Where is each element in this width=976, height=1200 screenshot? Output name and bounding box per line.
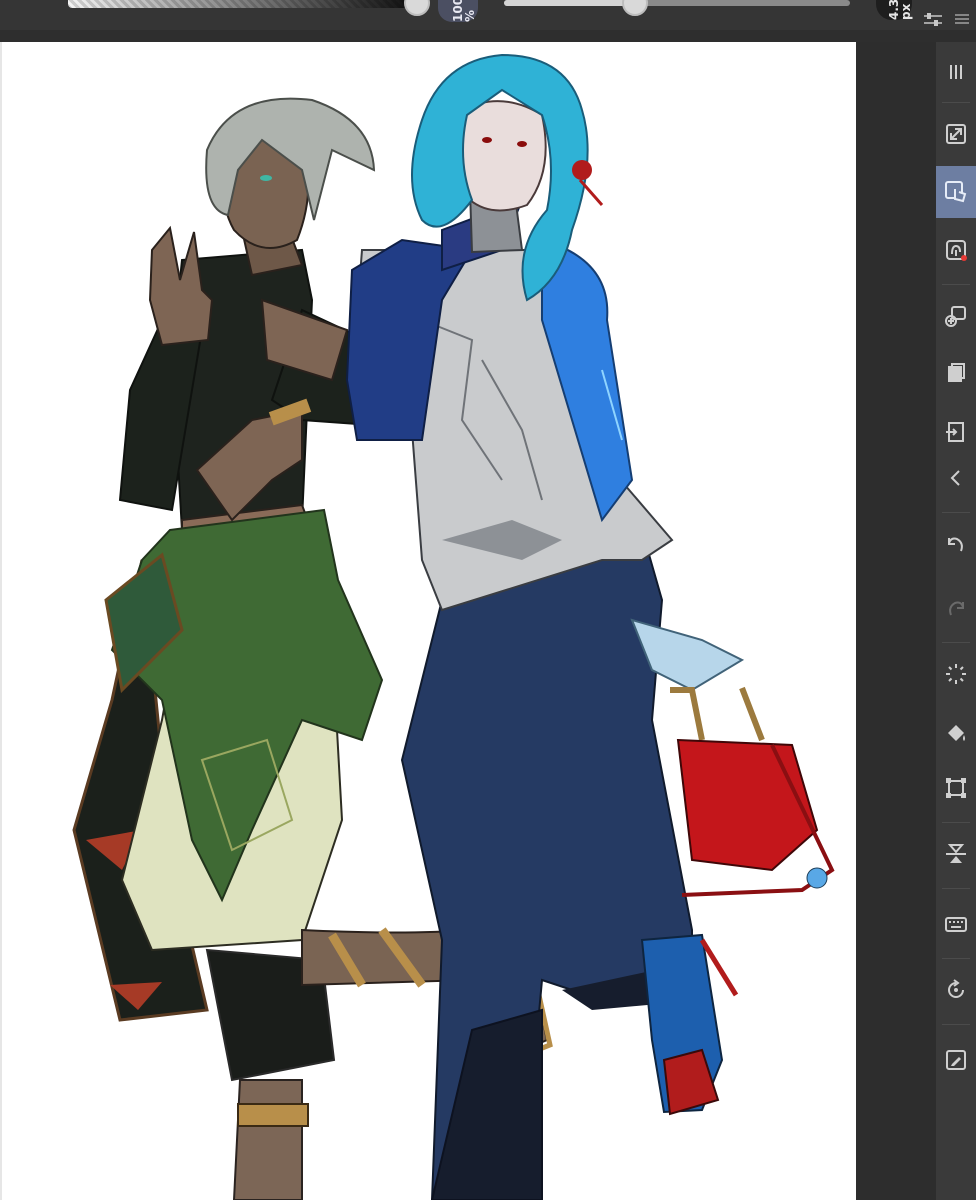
toolbar-divider [942, 284, 970, 285]
toolbar-divider [942, 102, 970, 103]
toolbar-divider [942, 512, 970, 513]
drawing-canvas[interactable] [0, 42, 856, 1200]
opacity-value: 100 % [451, 0, 477, 22]
toolbar-divider [942, 1024, 970, 1025]
loading-icon[interactable] [936, 648, 976, 700]
undo-icon[interactable] [936, 518, 976, 570]
topbar-shadow [0, 30, 976, 42]
layer-copy-icon[interactable] [936, 348, 976, 400]
import-icon[interactable] [936, 406, 976, 458]
brush-size-badge[interactable]: 4.3 px [876, 0, 913, 20]
command-bar [936, 42, 976, 1200]
toolbar-divider [942, 822, 970, 823]
brush-size-value: 4.3 px [887, 0, 913, 20]
opacity-value-badge[interactable]: 100 % [438, 0, 478, 22]
expand-icon[interactable] [936, 108, 976, 160]
opacity-slider[interactable] [68, 0, 418, 8]
toolbar-divider [942, 888, 970, 889]
new-layer-icon[interactable] [936, 290, 976, 342]
sliders-icon[interactable] [922, 10, 944, 30]
illustration-artwork [72, 53, 835, 1200]
edit-icon[interactable] [936, 1034, 976, 1086]
toolbar-divider [942, 642, 970, 643]
brush-size-slider[interactable] [504, 0, 850, 6]
rotate-icon[interactable] [936, 964, 976, 1016]
brush-size-slider-knob[interactable] [622, 0, 648, 16]
brush-settings-bar: 100 % 4.3 px [0, 0, 976, 42]
keyboard-icon[interactable] [936, 898, 976, 950]
toolbar-divider [942, 958, 970, 959]
fill-icon[interactable] [936, 706, 976, 758]
collapse-icon[interactable] [936, 452, 976, 504]
menu-toggle-icon[interactable] [936, 46, 976, 98]
transform-icon[interactable] [936, 762, 976, 814]
hamburger-menu-icon[interactable] [952, 10, 972, 28]
opacity-slider-knob[interactable] [404, 0, 430, 16]
redo-icon[interactable] [936, 582, 976, 634]
touch-gesture-icon[interactable] [936, 166, 976, 218]
canvas-gutter [856, 42, 936, 1200]
brush-size-fill [504, 0, 635, 6]
clip-studio-app: 100 % 4.3 px [0, 0, 976, 1200]
fingerprint-icon[interactable] [936, 224, 976, 276]
flip-icon[interactable] [936, 828, 976, 880]
